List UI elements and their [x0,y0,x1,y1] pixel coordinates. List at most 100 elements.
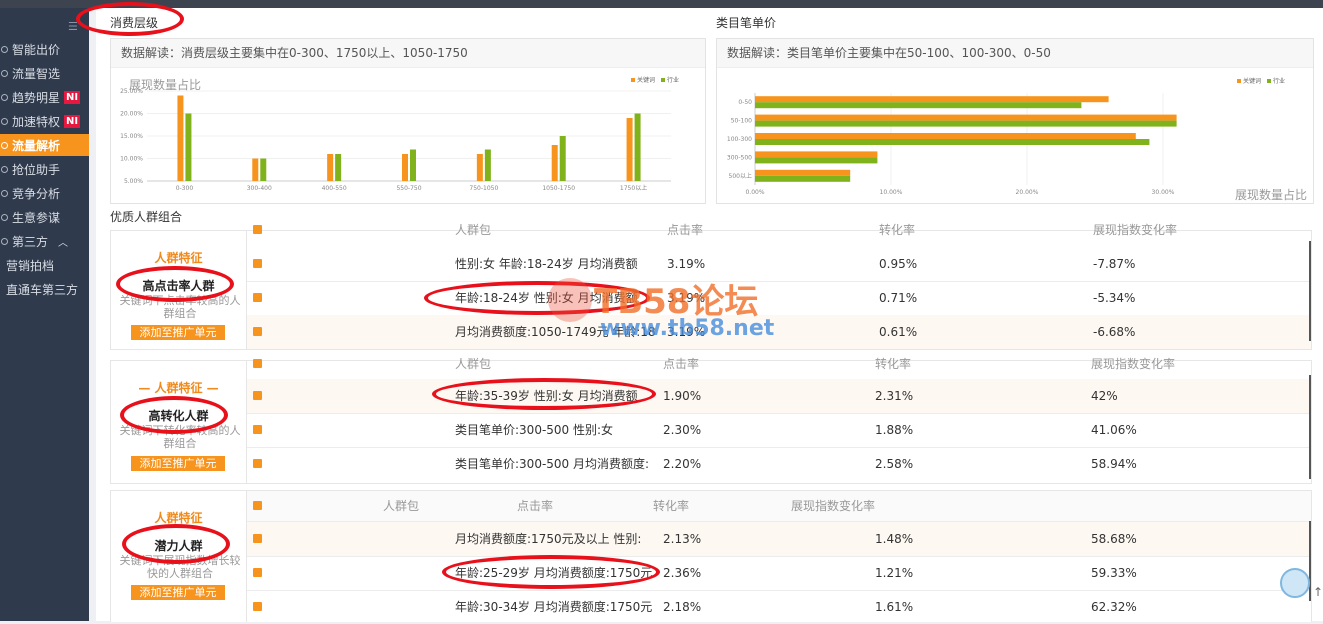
y-tick-label: 15.00% [120,133,143,140]
circle-icon [1,45,8,53]
row-checkbox[interactable] [253,327,262,336]
y-tick-label: 300-500 [727,154,752,161]
bar-industry [185,113,192,181]
legend-label: 行业 [667,76,679,84]
x-tick-label: 300-400 [247,185,272,192]
y-tick-label: 500以上 [729,172,752,180]
sidebar-item-traffic-select[interactable]: 流量智选 [0,62,89,84]
legend-swatch [661,78,665,82]
bar-industry [484,149,491,181]
browser-bookmark-bar [0,0,1323,8]
helper-mascot-icon[interactable] [1280,568,1310,598]
row-checkbox[interactable] [253,568,262,577]
circle-icon [1,213,8,221]
scrollbar[interactable] [1309,241,1311,341]
row-checkbox[interactable] [253,459,262,468]
table-row[interactable]: 年龄:25-29岁 月均消费额度:1750元 2.36% 1.21% 59.33… [247,556,1311,591]
crowd-group-high-cvr: — 人群特征 — 高转化人群 关键词下转化率较高的人群组合 添加至推广单元 人群… [110,357,1312,484]
x-tick-label: 20.00% [1016,189,1039,196]
new-badge: NI [64,90,81,104]
sidebar-item-business-advisor[interactable]: 生意参谋 [0,206,89,228]
y-tick-label: 20.00% [120,111,143,118]
circle-icon [1,141,8,149]
select-all-checkbox[interactable] [253,225,262,234]
legend-label: 行业 [1273,77,1285,85]
sidebar-item-speed-privilege[interactable]: 加速特权 NI [0,110,89,132]
watermark-url: www.tb58.net [600,316,775,341]
new-badge: NI [64,114,81,128]
unit-price-chart-panel: 数据解读：类目笔单价主要集中在50-100、100-300、0-50 0.00%… [716,38,1314,204]
row-checkbox[interactable] [253,602,262,611]
bar-keyword [755,114,1177,121]
bar-keyword [551,145,558,181]
back-to-top-icon[interactable]: ↑ [1313,585,1323,599]
row-checkbox[interactable] [253,293,262,302]
unit-price-note: 数据解读：类目笔单价主要集中在50-100、100-300、0-50 [717,39,1313,68]
scrollbar[interactable] [1309,375,1311,479]
chart-caption: 展现数量占比 [1235,187,1307,202]
bar-keyword [755,96,1109,103]
annotation-ellipse [432,378,656,410]
x-tick-label: 10.00% [880,189,903,196]
y-tick-label: 10.00% [120,156,143,163]
scrollbar[interactable] [1309,521,1311,601]
table-row[interactable]: 月均消费额度:1050-1749元 年龄:18 3.19% 0.61% -6.6… [247,315,1311,349]
forum-logo-watermark-icon [548,278,592,322]
bar-industry [755,102,1082,109]
sidebar-item-trend-star[interactable]: 趋势明星 NI [0,86,89,108]
bar-industry [755,157,878,164]
table-row[interactable]: 性别:女 年龄:18-24岁 月均消费额 3.19% 0.95% -7.87% [247,247,1311,282]
select-all-checkbox[interactable] [253,501,262,510]
circle-icon [1,189,8,197]
x-tick-label: 550-750 [396,185,421,192]
x-tick-label: 750-1050 [469,185,498,192]
row-checkbox[interactable] [253,259,262,268]
bar-industry [755,175,851,182]
bar-keyword [755,169,851,176]
bar-industry [755,139,1150,145]
row-checkbox[interactable] [253,391,262,400]
table-row[interactable]: 年龄:30-34岁 月均消费额度:1750元 2.18% 1.61% 62.32… [247,590,1311,624]
select-all-checkbox[interactable] [253,359,262,368]
crowd-feature-label: 人群特征 [154,251,203,265]
bar-keyword [755,133,1136,139]
sidebar-subitem-ztc-third-party[interactable]: 直通车第三方 [0,278,95,300]
bar-keyword [177,95,184,181]
bar-industry [755,120,1177,127]
x-tick-label: 30.00% [1152,189,1175,196]
y-tick-label: 5.00% [124,178,143,185]
table-row[interactable]: 月均消费额度:1750元及以上 性别: 2.13% 1.48% 58.68% [247,522,1311,557]
sidebar-item-traffic-analysis[interactable]: 流量解析 [0,134,89,156]
add-to-unit-button[interactable]: 添加至推广单元 [131,585,225,600]
table-row[interactable]: 类目笔单价:300-500 月均消费额度: 2.20% 2.58% 58.94% [247,447,1311,481]
y-tick-label: 25.00% [120,88,143,95]
bar-keyword [626,118,633,181]
legend-label: 关键词 [1243,77,1261,85]
crowd-group-potential: 人群特征 潜力人群 关键词下展现指数增长较快的人群组合 添加至推广单元 人群包 … [110,490,1312,622]
legend-label: 关键词 [637,76,655,84]
add-to-unit-button[interactable]: 添加至推广单元 [131,456,225,471]
quality-section-title: 优质人群组合 [110,210,183,224]
circle-icon [1,69,8,77]
table-row[interactable]: 类目笔单价:300-500 性别:女 2.30% 1.88% 41.06% [247,413,1311,448]
table-row[interactable]: 年龄:35-39岁 性别:女 月均消费额 1.90% 2.31% 42% [247,379,1311,414]
circle-icon [1,117,8,125]
sidebar-subitem-marketing-partner[interactable]: 营销拍档 [0,254,95,276]
add-to-unit-button[interactable]: 添加至推广单元 [131,325,225,340]
crowd-feature-label: — 人群特征 — [138,381,219,395]
sidebar-item-competition[interactable]: 竞争分析 [0,182,89,204]
sidebar-item-smart-bid[interactable]: 智能出价 [0,38,89,60]
annotation-ellipse [120,396,228,434]
row-checkbox[interactable] [253,425,262,434]
annotation-ellipse [122,524,230,564]
row-checkbox[interactable] [253,534,262,543]
x-tick-label: 1750以上 [620,184,647,192]
sidebar-item-rank-helper[interactable]: 抢位助手 [0,158,89,180]
y-tick-label: 50-100 [731,118,752,125]
sidebar-item-third-party[interactable]: 第三方 ︿ [0,230,89,252]
sidebar: ☰ 智能出价 流量智选 趋势明星 NI 加速特权 NI 流量解析 抢位助手 竞争分析… [0,8,89,621]
x-tick-label: 1050-1750 [542,185,575,192]
x-tick-label: 0-300 [176,185,194,192]
table-row[interactable]: 年龄:18-24岁 性别:女 月均消费额 3.19% 0.71% -5.34% [247,281,1311,316]
chevron-up-icon: ︿ [58,237,69,249]
